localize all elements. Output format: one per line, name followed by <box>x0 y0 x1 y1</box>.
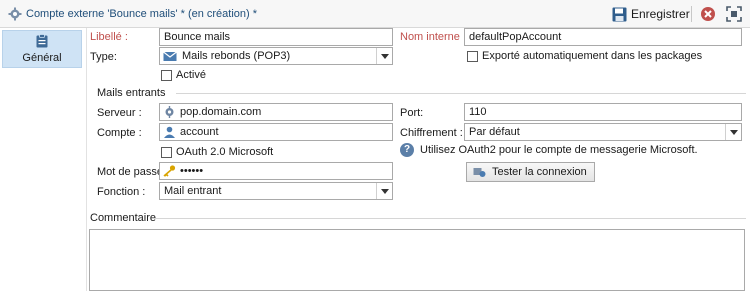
oauth-info: ? Utilisez OAuth2 pour le compte de mess… <box>400 143 698 157</box>
connection-test-icon <box>473 168 486 177</box>
test-connection-button[interactable]: Tester la connexion <box>466 162 595 182</box>
toolbar-separator <box>691 6 692 22</box>
exported-checkbox-label: Exporté automatiquement dans les package… <box>482 50 703 62</box>
sidebar: Général <box>0 28 86 291</box>
password-value: •••••• <box>180 165 204 177</box>
gear-settings-icon <box>8 7 22 21</box>
user-icon <box>164 126 175 138</box>
port-label: Port: <box>400 107 424 119</box>
exported-checkbox[interactable]: Exporté automatiquement dans les package… <box>467 50 702 62</box>
window-title: Compte externe 'Bounce mails' * (en créa… <box>26 8 258 20</box>
type-select-value: Mails rebonds (POP3) <box>182 50 291 62</box>
oauth-checkbox-label: OAuth 2.0 Microsoft <box>176 146 274 158</box>
save-button[interactable]: Enregistrer <box>612 5 690 23</box>
fonction-label: Fonction : <box>97 186 146 198</box>
comment-label: Commentaire <box>90 212 157 224</box>
oauth-info-text: Utilisez OAuth2 pour le compte de messag… <box>420 144 698 156</box>
sidebar-divider <box>86 28 87 291</box>
save-button-label: Enregistrer <box>631 7 690 21</box>
help-icon: ? <box>400 143 414 157</box>
floppy-disk-icon <box>612 7 627 21</box>
fonction-value: Mail entrant <box>164 185 222 197</box>
incoming-group-divider <box>176 93 746 94</box>
libelle-label: Libellé : <box>90 31 128 43</box>
port-input[interactable]: 110 <box>464 103 742 121</box>
type-select[interactable]: Mails rebonds (POP3) <box>159 47 393 65</box>
compte-label: Compte : <box>97 127 142 139</box>
cancel-icon[interactable] <box>700 6 716 22</box>
chevron-down-icon <box>725 124 741 140</box>
active-checkbox[interactable]: Activé <box>161 69 206 81</box>
serveur-input[interactable]: pop.domain.com <box>159 103 393 121</box>
password-input[interactable]: •••••• <box>159 162 393 180</box>
chiffrement-value: Par défaut <box>469 126 520 138</box>
oauth-checkbox-box[interactable] <box>161 146 172 158</box>
chiffrement-select[interactable]: Par défaut <box>464 123 742 141</box>
exported-checkbox-box[interactable] <box>467 50 478 62</box>
fonction-select[interactable]: Mail entrant <box>159 182 393 200</box>
nom-interne-input[interactable]: defaultPopAccount <box>464 28 742 46</box>
oauth-checkbox[interactable]: OAuth 2.0 Microsoft <box>161 146 273 158</box>
test-connection-label: Tester la connexion <box>492 166 587 178</box>
serveur-label: Serveur : <box>97 107 142 119</box>
compte-value: account <box>180 126 219 138</box>
chevron-down-icon <box>376 48 392 64</box>
title-bar: Compte externe 'Bounce mails' * (en créa… <box>0 0 750 28</box>
tab-general-label: Général <box>22 52 62 64</box>
active-checkbox-box[interactable] <box>161 69 172 81</box>
serveur-value: pop.domain.com <box>180 106 262 118</box>
clipboard-icon <box>36 34 48 48</box>
envelope-bounce-icon <box>163 51 177 61</box>
compte-input[interactable]: account <box>159 123 393 141</box>
type-label: Type: <box>90 51 117 63</box>
active-checkbox-label: Activé <box>176 69 206 81</box>
nom-interne-label: Nom interne : <box>400 31 467 43</box>
key-icon <box>163 165 176 177</box>
chevron-down-icon <box>376 183 392 199</box>
server-gear-icon <box>165 106 174 118</box>
comment-divider <box>152 218 746 219</box>
chiffrement-label: Chiffrement : <box>400 127 463 139</box>
tab-general[interactable]: Général <box>2 30 82 68</box>
comment-textarea[interactable] <box>89 229 745 291</box>
fullscreen-icon[interactable] <box>726 6 742 22</box>
libelle-input[interactable]: Bounce mails <box>159 28 393 46</box>
incoming-group-title: Mails entrants <box>97 87 166 99</box>
